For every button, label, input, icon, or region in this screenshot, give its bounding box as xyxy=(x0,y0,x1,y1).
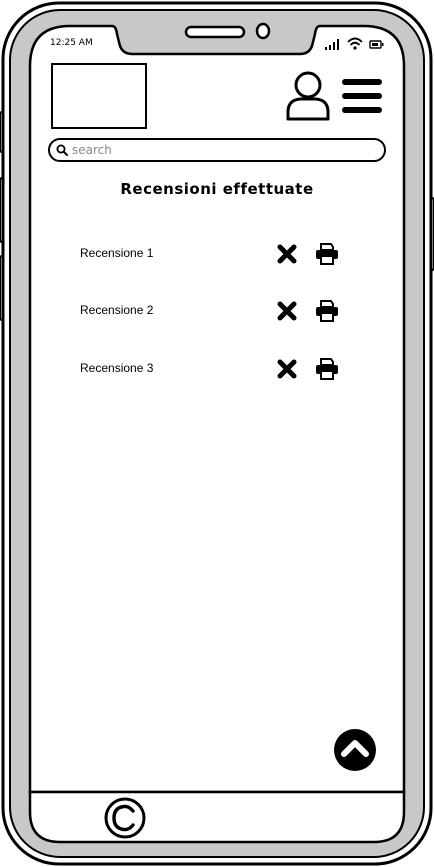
print-icon[interactable] xyxy=(314,242,340,266)
logo-placeholder xyxy=(51,63,147,129)
page-title: Recensioni effettuate xyxy=(120,180,314,198)
review-label[interactable]: Recensione 1 xyxy=(80,246,153,260)
scroll-to-top-button[interactable] xyxy=(334,729,376,771)
search-bar xyxy=(48,138,386,162)
delete-icon[interactable] xyxy=(276,358,298,380)
status-time: 12:25 AM xyxy=(50,38,93,48)
delete-icon[interactable] xyxy=(276,243,298,265)
list-item: Recensione 1 xyxy=(80,240,350,270)
search-icon xyxy=(56,144,68,156)
delete-icon[interactable] xyxy=(276,300,298,322)
list-item: Recensione 3 xyxy=(80,355,350,385)
review-label[interactable]: Recensione 3 xyxy=(80,361,153,375)
print-icon[interactable] xyxy=(314,357,340,381)
chevron-up-icon xyxy=(341,740,369,757)
hamburger-menu-icon[interactable] xyxy=(341,77,383,115)
user-icon[interactable] xyxy=(284,70,332,122)
copyright-icon xyxy=(104,797,146,839)
print-icon[interactable] xyxy=(314,299,340,323)
list-item: Recensione 2 xyxy=(80,297,350,327)
review-label[interactable]: Recensione 2 xyxy=(80,303,153,317)
search-input[interactable] xyxy=(72,141,362,159)
